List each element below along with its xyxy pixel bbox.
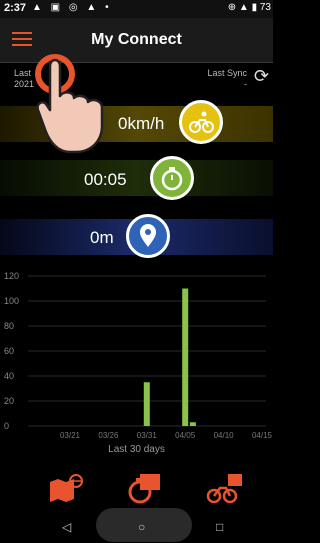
x-tick-label: 04/05 (175, 431, 196, 440)
stopwatch-icon[interactable] (150, 156, 194, 200)
y-tick-label: 20 (4, 396, 14, 406)
x-tick-label: 04/15 (252, 431, 273, 440)
time-band (0, 160, 273, 196)
x-tick-label: 03/26 (98, 431, 119, 440)
last-sync-value: - (244, 79, 247, 89)
y-tick-label: 100 (4, 296, 19, 306)
location-pin-icon[interactable] (126, 214, 170, 258)
x-tick-label: 03/21 (60, 431, 81, 440)
status-time: 2:37 (4, 2, 27, 14)
distance-value: 0m (90, 228, 114, 247)
cycling-speed-icon[interactable] (179, 100, 223, 144)
chart-bar (182, 288, 189, 426)
y-tick-label: 120 (4, 271, 19, 281)
y-tick-label: 0 (4, 421, 9, 431)
notification-icons: ▲ ▣ ◎ ▲ • (32, 2, 112, 13)
battery-percent: 73 (259, 2, 271, 13)
calendar-stopwatch-icon[interactable] (124, 472, 164, 504)
last-sync-label: Last Sync (207, 68, 247, 78)
speed-value: 0km/h (118, 114, 165, 133)
activity-bar-chart: 0 20 40 60 80 100 120 03/21 03/26 03/31 04/05 04/10… (4, 271, 273, 440)
last-label: Last (14, 68, 32, 78)
system-nav-bar: ◁ ○ □ (0, 508, 273, 543)
y-tick-label: 40 (4, 371, 14, 381)
chart-bar (143, 382, 150, 426)
sync-icon[interactable]: ⟳ (254, 66, 269, 87)
cyclist-calendar-icon[interactable] (204, 472, 244, 504)
y-tick-label: 80 (4, 321, 14, 331)
route-map-icon[interactable] (46, 472, 86, 504)
tutorial-pointing-hand (30, 46, 120, 156)
recents-icon[interactable]: □ (216, 520, 223, 534)
chart-bar (189, 422, 196, 426)
chart-caption: Last 30 days (108, 444, 165, 455)
y-tick-label: 60 (4, 346, 14, 356)
home-icon[interactable]: ○ (138, 520, 145, 534)
status-right-icons: ⊕ ▲ ▮ 73 (227, 2, 271, 13)
time-value: 00:05 (84, 170, 127, 189)
bottom-nav (0, 466, 273, 512)
back-icon[interactable]: ◁ (62, 520, 71, 534)
x-tick-label: 04/10 (214, 431, 235, 440)
x-tick-label: 03/31 (137, 431, 158, 440)
status-bar: 2:37 ▲ ▣ ◎ ▲ • ⊕ ▲ ▮ 73 (0, 0, 273, 18)
